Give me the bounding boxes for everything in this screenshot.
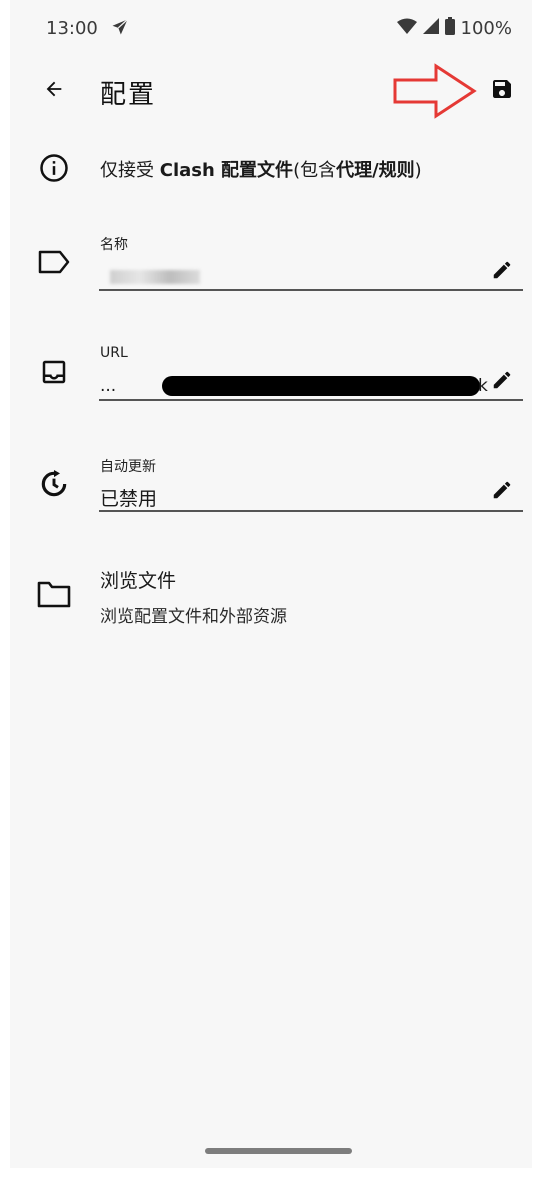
airplane-icon xyxy=(110,17,130,37)
info-bold-rules: 规则 xyxy=(378,160,415,181)
auto-update-value[interactable]: 已禁用 xyxy=(100,484,157,511)
browse-files-title: 浏览文件 xyxy=(100,570,177,592)
gesture-nav-handle[interactable] xyxy=(205,1148,352,1154)
status-right: 100% xyxy=(396,17,512,39)
name-field-row[interactable]: 名称 xyxy=(10,228,532,298)
browse-files-subtitle: 浏览配置文件和外部资源 xyxy=(100,607,287,627)
info-message: 仅接受 Clash 配置文件(包含代理/规则) xyxy=(100,156,422,182)
battery-percent: 100% xyxy=(460,17,512,39)
url-label: URL xyxy=(100,345,128,361)
auto-update-field-row[interactable]: 自动更新 已禁用 xyxy=(10,450,532,520)
info-bold-clash: Clash 配置文件 xyxy=(159,160,294,181)
info-icon xyxy=(36,150,72,186)
info-slash: / xyxy=(372,160,379,181)
browse-files-row[interactable]: 浏览文件 浏览配置文件和外部资源 xyxy=(10,560,532,634)
inbox-icon xyxy=(36,354,72,390)
name-underline xyxy=(99,289,523,291)
folder-icon xyxy=(36,576,72,612)
name-value-blur xyxy=(110,270,200,284)
pencil-icon xyxy=(493,481,511,499)
app-bar: 配置 xyxy=(10,58,532,124)
wifi-icon xyxy=(396,18,417,38)
save-button[interactable] xyxy=(486,75,518,107)
annotation-arrow-icon xyxy=(392,62,478,120)
name-label: 名称 xyxy=(100,237,128,253)
edit-name-button[interactable] xyxy=(488,256,516,284)
url-value-prefix[interactable]: ... xyxy=(100,376,116,396)
pencil-icon xyxy=(493,261,511,279)
info-suffix: ) xyxy=(414,160,422,181)
url-redaction xyxy=(162,376,480,396)
arrow-left-icon xyxy=(43,78,65,104)
info-prefix: 仅接受 xyxy=(100,160,160,181)
back-button[interactable] xyxy=(38,75,70,107)
edit-url-button[interactable] xyxy=(488,366,516,394)
cell-signal-icon xyxy=(422,18,439,38)
auto-update-underline xyxy=(99,510,523,512)
label-tag-icon xyxy=(36,244,72,280)
url-value-suffix: k xyxy=(478,376,488,396)
info-mid: (包含 xyxy=(293,160,337,181)
screen: 13:00 100% 配置 仅接受 Clash 配置文件(包含代理/规则) 名称… xyxy=(0,0,542,1200)
status-time: 13:00 xyxy=(46,18,98,39)
url-field-row[interactable]: URL ... k xyxy=(10,340,532,410)
info-row: 仅接受 Clash 配置文件(包含代理/规则) xyxy=(10,150,532,186)
page-title: 配置 xyxy=(100,80,157,110)
auto-update-label: 自动更新 xyxy=(100,459,156,475)
clock-refresh-icon xyxy=(36,466,72,502)
status-bar: 13:00 100% xyxy=(10,0,532,58)
info-bold-proxy: 代理 xyxy=(336,160,373,181)
edit-auto-update-button[interactable] xyxy=(488,476,516,504)
pencil-icon xyxy=(493,371,511,389)
save-icon xyxy=(490,77,514,105)
url-underline xyxy=(99,399,523,401)
battery-icon xyxy=(444,17,455,39)
